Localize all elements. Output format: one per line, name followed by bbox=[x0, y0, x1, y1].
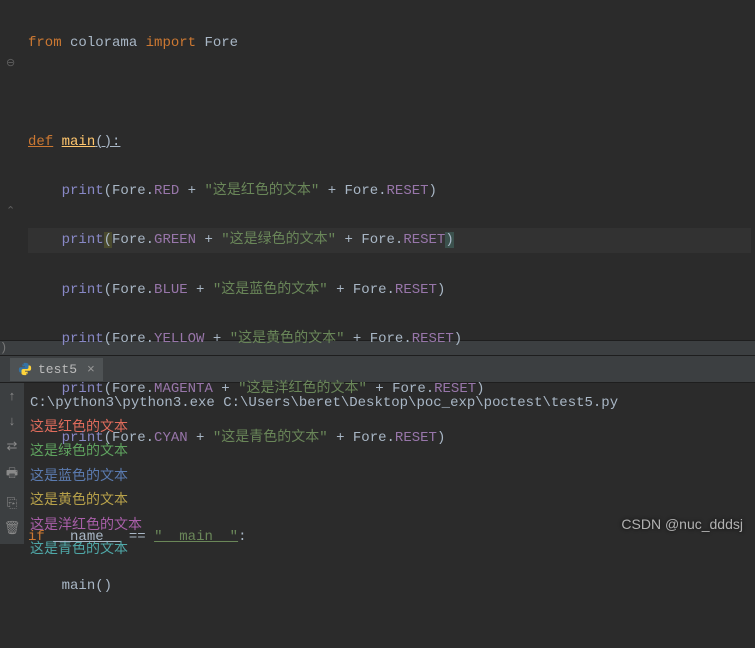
wrap-icon[interactable]: ⇄ bbox=[7, 439, 18, 454]
code-line: def main(): bbox=[28, 130, 751, 155]
trash-icon[interactable]: 🗑 bbox=[4, 521, 21, 536]
function-name: main bbox=[62, 134, 96, 150]
print-call: print bbox=[62, 381, 104, 397]
print-icon[interactable]: 🖶 bbox=[6, 464, 18, 486]
keyword-from: from bbox=[28, 35, 62, 51]
code-line bbox=[28, 475, 751, 500]
code-line: print(Fore.RED + "这是红色的文本" + Fore.RESET) bbox=[28, 179, 751, 204]
scroll-up-icon[interactable]: ↑ bbox=[8, 389, 16, 404]
code-editor[interactable]: from colorama import Fore def main(): pr… bbox=[24, 0, 755, 340]
import-name: Fore bbox=[204, 35, 238, 51]
code-line: print(Fore.MAGENTA + "这是洋红色的文本" + Fore.R… bbox=[28, 377, 751, 402]
keyword-if: if bbox=[28, 529, 45, 545]
print-call: print bbox=[62, 331, 104, 347]
code-line bbox=[28, 80, 751, 105]
def-suffix: (): bbox=[95, 134, 120, 150]
keyword-def: def bbox=[28, 134, 53, 150]
fold-end-icon[interactable]: ⌃ bbox=[6, 204, 15, 218]
code-line: print(Fore.YELLOW + "这是黄色的文本" + Fore.RES… bbox=[28, 327, 751, 352]
code-line: from colorama import Fore bbox=[28, 31, 751, 56]
main-call: main bbox=[62, 578, 96, 594]
print-call: print bbox=[62, 282, 104, 298]
print-call: print bbox=[62, 430, 104, 446]
print-call: print bbox=[62, 183, 104, 199]
copy-icon[interactable]: ⎘ bbox=[7, 496, 17, 511]
code-line: print(Fore.BLUE + "这是蓝色的文本" + Fore.RESET… bbox=[28, 278, 751, 303]
watermark: CSDN @nuc_dddsj bbox=[621, 516, 743, 532]
console-toolbar: ↑ ↓ ⇄ 🖶 ⎘ 🗑 bbox=[0, 383, 24, 544]
fold-icon[interactable]: ⊖ bbox=[6, 56, 15, 70]
code-line: print(Fore.CYAN + "这是青色的文本" + Fore.RESET… bbox=[28, 426, 751, 451]
keyword-import: import bbox=[146, 35, 196, 51]
editor-area: ⊖ ⌃ from colorama import Fore def main()… bbox=[0, 0, 755, 340]
code-line-current: print(Fore.GREEN + "这是绿色的文本" + Fore.RESE… bbox=[28, 228, 751, 253]
dunder-name: __name__ bbox=[53, 529, 120, 545]
editor-gutter: ⊖ ⌃ bbox=[0, 0, 24, 340]
print-call: print bbox=[62, 232, 104, 248]
scroll-down-icon[interactable]: ↓ bbox=[8, 414, 16, 429]
module-name: colorama bbox=[70, 35, 137, 51]
code-line: main() bbox=[28, 574, 751, 599]
